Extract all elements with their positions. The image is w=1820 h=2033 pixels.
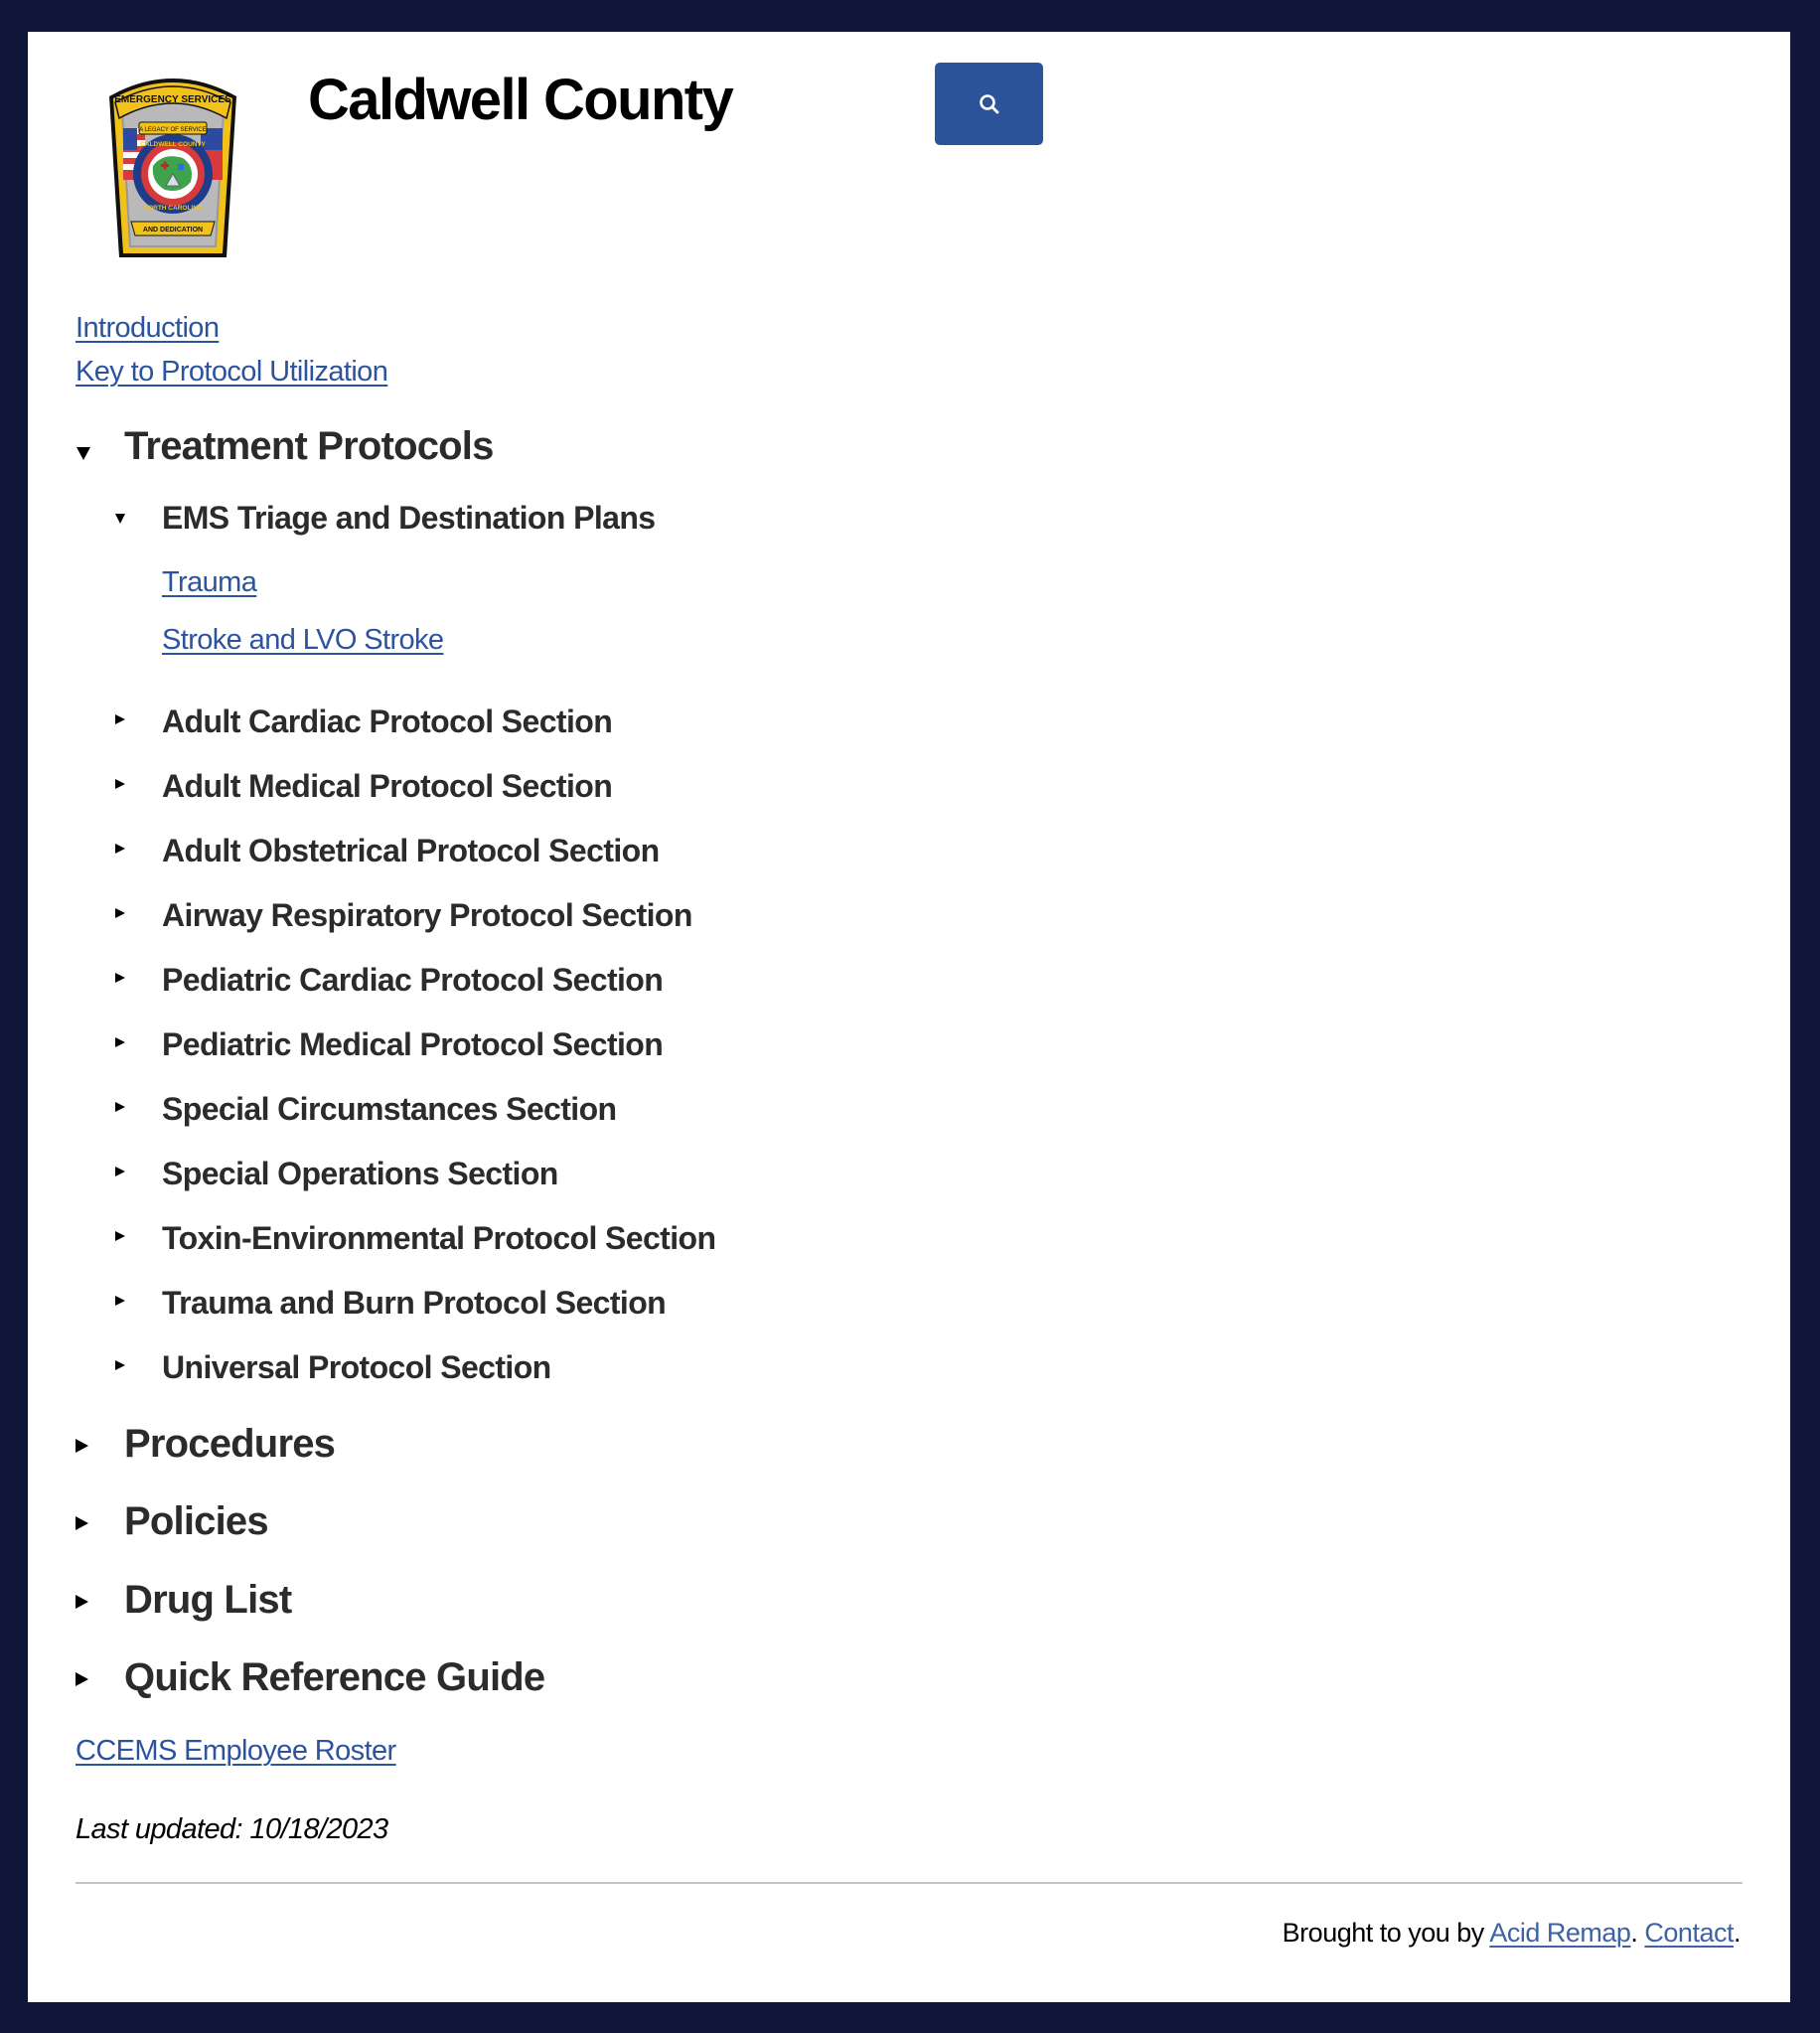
caret-right-icon[interactable]	[76, 1439, 88, 1453]
protocol-section-label[interactable]: Adult Cardiac Protocol Section	[162, 705, 613, 737]
top-section-label[interactable]: Procedures	[124, 1424, 336, 1464]
protocol-section-label[interactable]: Airway Respiratory Protocol Section	[162, 899, 692, 931]
caret-right-icon[interactable]	[115, 1102, 125, 1112]
footer-divider	[76, 1882, 1743, 1884]
protocol-section-label[interactable]: Trauma and Burn Protocol Section	[162, 1287, 667, 1319]
key-to-protocol-utilization-link[interactable]: Key to Protocol Utilization	[76, 358, 388, 387]
caret-right-icon[interactable]	[115, 844, 125, 854]
caret-right-icon[interactable]	[115, 1231, 125, 1241]
caret-right-icon[interactable]	[115, 1167, 125, 1176]
svg-text:A LEGACY OF SERVICE: A LEGACY OF SERVICE	[139, 127, 206, 133]
page-panel: EMERGENCY SERVICES A LEGACY OF SERVICE C…	[28, 32, 1790, 2002]
county-ems-badge-logo: EMERGENCY SERVICES A LEGACY OF SERVICE C…	[101, 67, 244, 261]
protocol-section-label[interactable]: Toxin-Environmental Protocol Section	[162, 1222, 716, 1254]
footer-suffix: .	[1733, 1918, 1742, 1948]
protocol-section-label[interactable]: Adult Medical Protocol Section	[162, 770, 613, 802]
stroke-lvo-link[interactable]: Stroke and LVO Stroke	[162, 626, 444, 655]
caret-right-icon[interactable]	[115, 908, 125, 918]
svg-text:CALDWELL COUNTY: CALDWELL COUNTY	[140, 141, 206, 148]
caret-right-icon[interactable]	[115, 779, 125, 789]
treatment-protocols-toggle[interactable]: Treatment Protocols	[124, 426, 494, 466]
svg-text:AND DEDICATION: AND DEDICATION	[143, 227, 203, 234]
badge-icon: EMERGENCY SERVICES A LEGACY OF SERVICE C…	[109, 78, 236, 257]
acid-remap-link[interactable]: Acid Remap	[1489, 1918, 1631, 1948]
trauma-link[interactable]: Trauma	[162, 568, 257, 597]
caret-right-icon[interactable]	[115, 973, 125, 983]
caret-right-icon[interactable]	[76, 1516, 88, 1530]
caret-right-icon[interactable]	[115, 1360, 125, 1370]
top-section-label[interactable]: Quick Reference Guide	[124, 1657, 545, 1697]
caret-down-icon[interactable]	[115, 514, 125, 524]
protocol-section-label[interactable]: Special Circumstances Section	[162, 1093, 617, 1125]
top-section-label[interactable]: Policies	[124, 1501, 269, 1541]
protocol-section-label[interactable]: Pediatric Cardiac Protocol Section	[162, 964, 664, 996]
protocol-section-label[interactable]: Adult Obstetrical Protocol Section	[162, 835, 660, 866]
svg-text:NORTH CAROLINA: NORTH CAROLINA	[143, 205, 203, 212]
footer-credits: Brought to you by Acid Remap. Contact.	[1282, 1918, 1742, 1948]
caret-right-icon[interactable]	[115, 714, 125, 724]
protocol-section-label[interactable]: Special Operations Section	[162, 1158, 558, 1189]
protocol-section-label[interactable]: Pediatric Medical Protocol Section	[162, 1028, 664, 1060]
contact-link[interactable]: Contact	[1644, 1918, 1734, 1948]
footer-prefix: Brought to you by	[1282, 1918, 1490, 1948]
introduction-link[interactable]: Introduction	[76, 314, 220, 343]
employee-roster-link[interactable]: CCEMS Employee Roster	[76, 1737, 396, 1766]
last-updated-text: Last updated: 10/18/2023	[76, 1813, 388, 1845]
caret-right-icon[interactable]	[115, 1296, 125, 1306]
caret-right-icon[interactable]	[76, 1672, 88, 1686]
site-title: Caldwell County	[308, 68, 734, 132]
caret-right-icon[interactable]	[76, 1595, 88, 1609]
protocol-section-label[interactable]: Universal Protocol Section	[162, 1351, 551, 1383]
svg-text:EMERGENCY SERVICES: EMERGENCY SERVICES	[114, 94, 231, 105]
caret-down-icon[interactable]	[76, 447, 90, 460]
search-icon	[979, 93, 998, 113]
top-section-label[interactable]: Drug List	[124, 1580, 292, 1620]
ems-triage-toggle[interactable]: EMS Triage and Destination Plans	[162, 502, 656, 534]
caret-right-icon[interactable]	[115, 1037, 125, 1047]
search-button[interactable]	[935, 63, 1043, 145]
footer-separator: .	[1630, 1918, 1645, 1948]
